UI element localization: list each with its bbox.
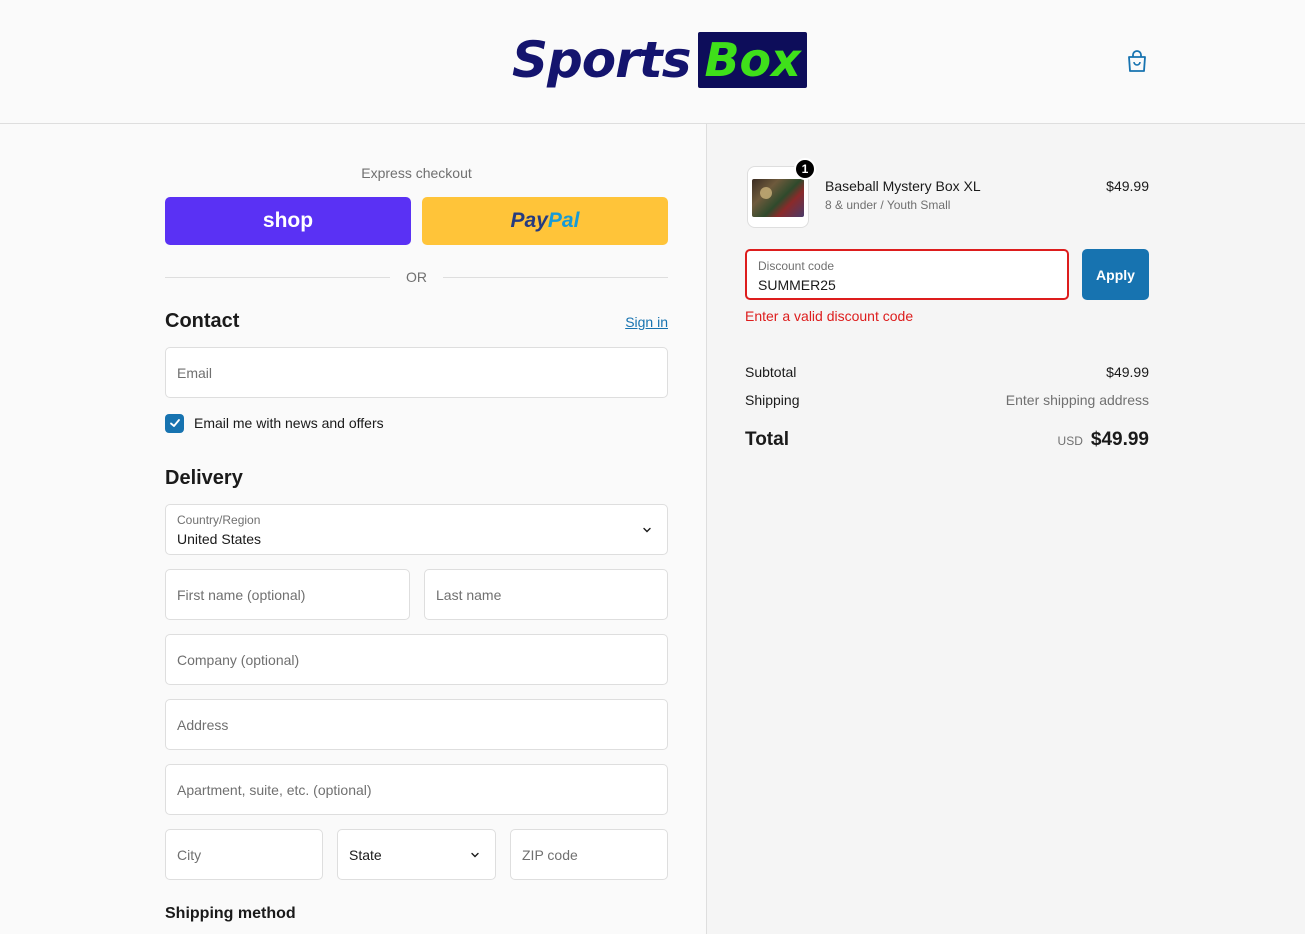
- currency-code: USD: [1057, 434, 1083, 448]
- logo-text-box: Box: [698, 32, 807, 88]
- address-field[interactable]: Address: [165, 699, 668, 750]
- newsletter-checkbox[interactable]: [165, 413, 184, 433]
- state-select[interactable]: State: [337, 829, 496, 880]
- express-checkout-title: Express checkout: [361, 165, 472, 181]
- or-divider: OR: [165, 268, 668, 286]
- discount-code-field[interactable]: Discount code SUMMER25: [745, 249, 1069, 300]
- contact-title: Contact: [165, 310, 240, 332]
- subtotal-value: $49.99: [1106, 364, 1149, 380]
- product-variant: 8 & under / Youth Small: [825, 198, 951, 212]
- check-icon: [169, 419, 180, 427]
- last-name-field[interactable]: Last name: [424, 569, 668, 620]
- shipping-value: Enter shipping address: [1005, 392, 1149, 408]
- total-value: $49.99: [1090, 429, 1149, 450]
- company-field[interactable]: Company (optional): [165, 634, 668, 685]
- site-header: Sports Box: [0, 0, 1305, 124]
- or-label: OR: [406, 269, 427, 285]
- shopping-bag-icon[interactable]: [1124, 48, 1150, 74]
- zip-placeholder: ZIP code: [522, 846, 578, 863]
- checkout-form-column: Express checkout shop Pay Pal OR Contact …: [0, 124, 706, 934]
- sportsbox-logo[interactable]: Sports Box: [512, 30, 807, 90]
- city-placeholder: City: [177, 846, 202, 863]
- delivery-title: Delivery: [165, 467, 243, 489]
- company-placeholder: Company (optional): [177, 651, 300, 668]
- discount-label: Discount code: [758, 259, 835, 273]
- subtotal-row: Subtotal $49.99: [745, 364, 1149, 380]
- quantity-badge: 1: [794, 158, 816, 180]
- newsletter-option: Email me with news and offers: [165, 413, 384, 433]
- shipping-row: Shipping Enter shipping address: [745, 392, 1149, 408]
- total-row: Total USD $49.99: [745, 429, 1149, 451]
- sign-in-link[interactable]: Sign in: [600, 314, 668, 330]
- state-placeholder: State: [349, 846, 382, 863]
- paypal-text-pal: Pal: [547, 209, 580, 232]
- first-name-placeholder: First name (optional): [177, 586, 306, 603]
- country-label: Country/Region: [177, 513, 261, 527]
- email-field[interactable]: Email: [165, 347, 668, 398]
- total-amount: USD $49.99: [1058, 429, 1149, 451]
- chevron-down-icon: [471, 852, 479, 857]
- apply-button[interactable]: Apply: [1082, 249, 1149, 300]
- order-summary-column: 1 Baseball Mystery Box XL 8 & under / Yo…: [707, 124, 1305, 934]
- country-select[interactable]: Country/Region United States: [165, 504, 668, 555]
- shipping-method-title: Shipping method: [165, 905, 296, 922]
- paypal-button[interactable]: Pay Pal: [422, 197, 668, 245]
- shop-pay-button[interactable]: shop: [165, 197, 411, 245]
- subtotal-label: Subtotal: [745, 364, 797, 380]
- total-label: Total: [745, 429, 789, 450]
- product-price: $49.99: [1106, 178, 1149, 194]
- paypal-text-pay: Pay: [510, 209, 548, 232]
- shipping-label: Shipping: [745, 392, 800, 408]
- last-name-placeholder: Last name: [436, 586, 502, 603]
- logo-text-sports: Sports: [512, 31, 691, 89]
- newsletter-label: Email me with news and offers: [194, 415, 384, 431]
- apartment-placeholder: Apartment, suite, etc. (optional): [177, 781, 372, 798]
- country-value: United States: [177, 531, 262, 547]
- divider-line: [165, 276, 390, 278]
- discount-error-message: Enter a valid discount code: [745, 308, 914, 324]
- first-name-field[interactable]: First name (optional): [165, 569, 410, 620]
- chevron-down-icon: [643, 527, 651, 532]
- product-name: Baseball Mystery Box XL: [825, 178, 981, 194]
- email-placeholder: Email: [177, 364, 213, 381]
- address-placeholder: Address: [177, 716, 229, 733]
- discount-value: SUMMER25: [758, 277, 836, 293]
- zip-field[interactable]: ZIP code: [510, 829, 668, 880]
- city-field[interactable]: City: [165, 829, 323, 880]
- product-image: [752, 179, 804, 217]
- apartment-field[interactable]: Apartment, suite, etc. (optional): [165, 764, 668, 815]
- divider-line: [443, 276, 668, 278]
